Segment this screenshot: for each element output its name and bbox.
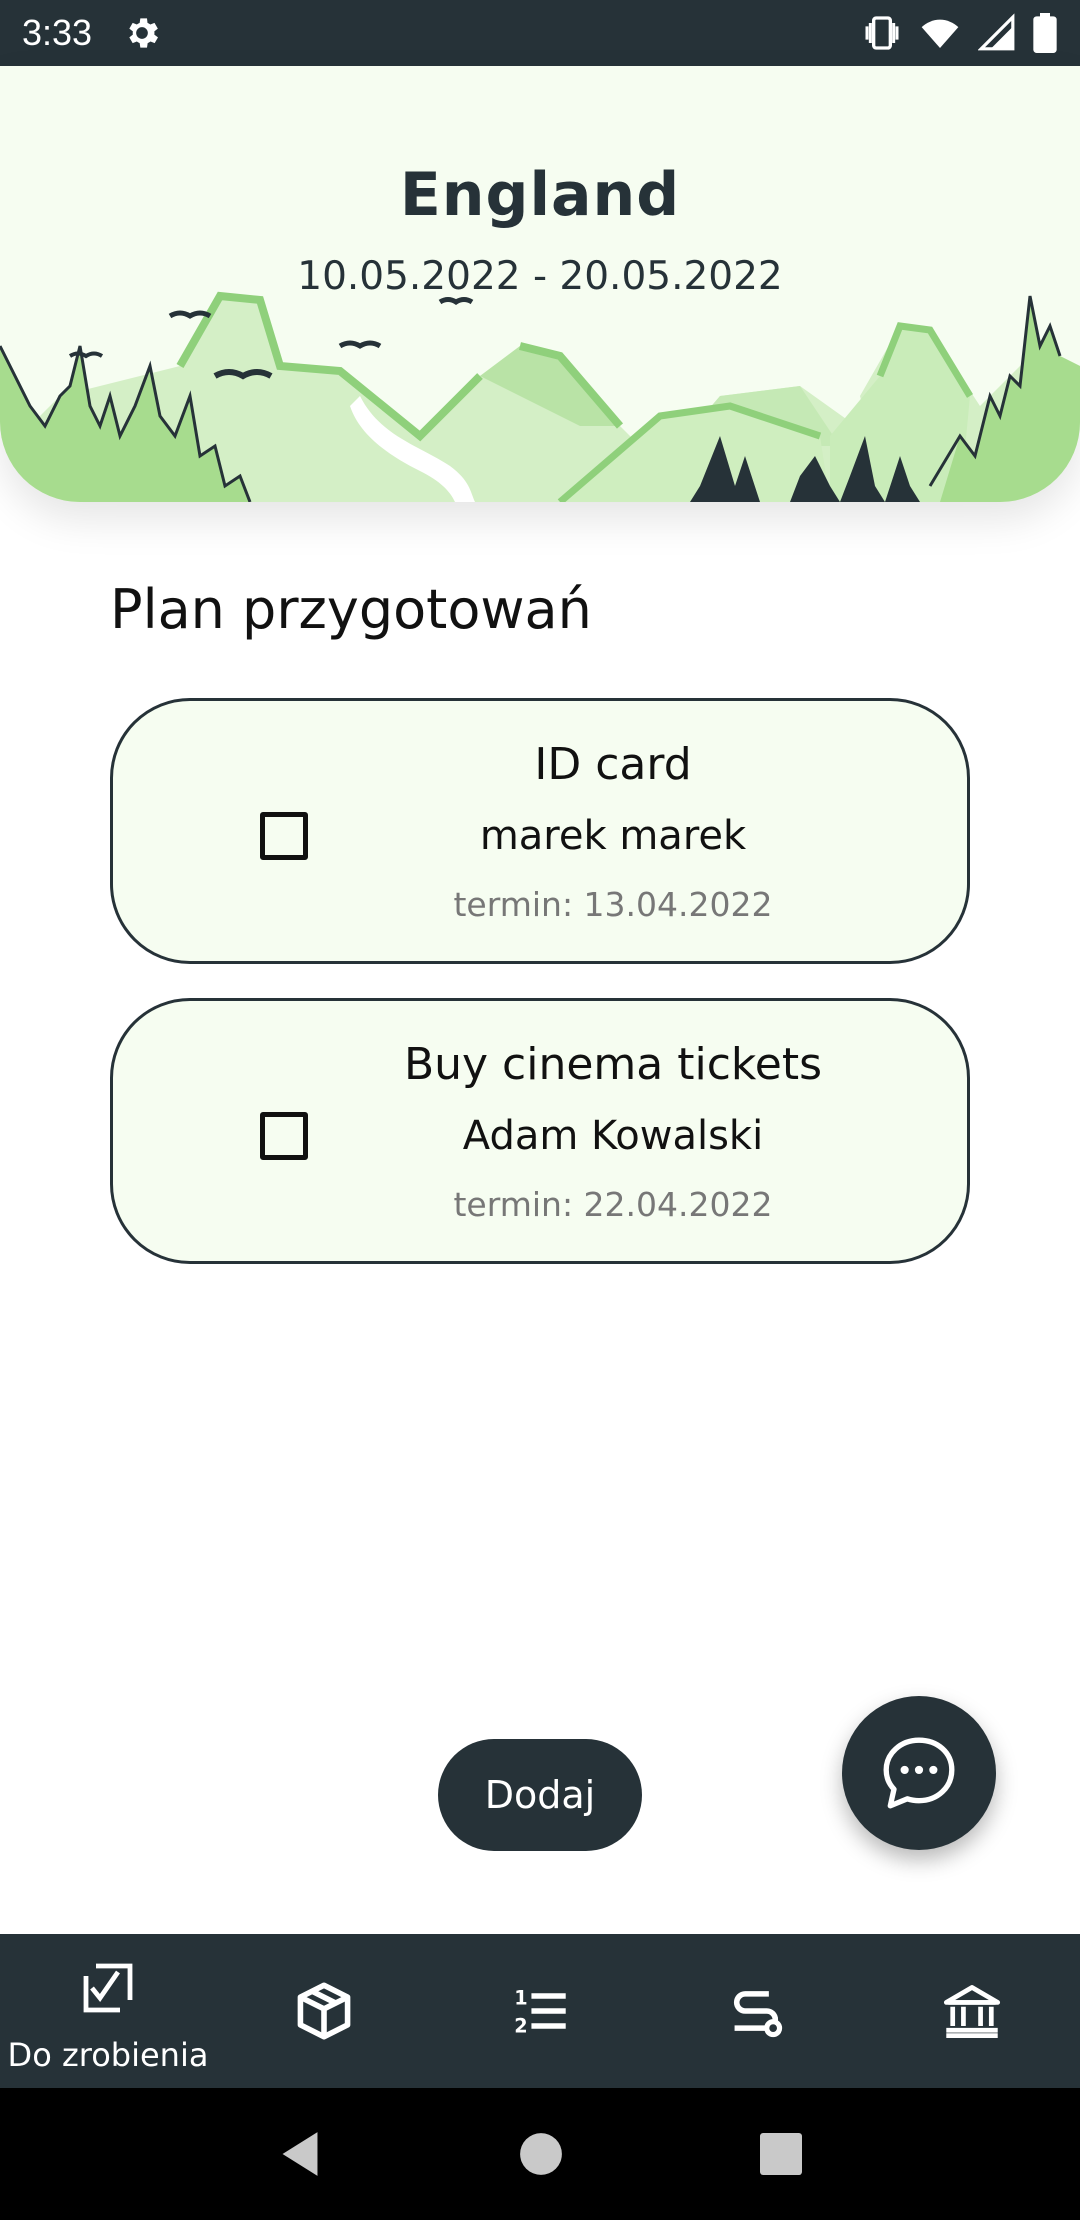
task-card[interactable]: Buy cinema tickets Adam Kowalski termin:… [110,998,970,1264]
bottom-navigation: Do zrobienia 1 2 [0,1934,1080,2088]
nav-label-todo: Do zrobienia [7,2036,209,2074]
screen: 3:33 England 10.05.2022 - 20.05.2022 Pla… [0,0,1080,2220]
task-card[interactable]: ID card marek marek termin: 13.04.2022 [110,698,970,964]
vibrate-icon [865,16,899,50]
task-title: ID card [534,739,692,790]
package-icon [297,1982,351,2040]
section-title: Plan przygotowań [110,578,592,641]
task-deadline: termin: 22.04.2022 [453,1185,773,1224]
todo-check-icon [83,1963,133,2013]
nav-item-todo[interactable]: Do zrobienia [0,1934,216,2088]
task-title: Buy cinema tickets [403,1039,823,1090]
chat-bubble-icon [883,1737,955,1809]
wifi-icon [921,19,959,48]
recents-icon[interactable] [759,2133,802,2175]
status-bar: 3:33 [0,0,1080,66]
trip-header: England 10.05.2022 - 20.05.2022 [0,66,1080,502]
svg-text:1: 1 [514,1987,527,2010]
svg-text:2: 2 [514,2014,527,2037]
trip-title: England [399,160,681,230]
bank-icon [943,1985,1001,2038]
route-icon [733,1991,783,2038]
task-person: marek marek [479,813,747,859]
nav-item-bank[interactable] [864,1934,1080,2088]
nav-item-package[interactable] [216,1934,432,2088]
add-button[interactable]: Dodaj [438,1739,642,1851]
home-icon[interactable] [519,2132,563,2176]
landscape-illustration [0,291,1080,502]
task-person: Adam Kowalski [462,1113,764,1159]
chat-button[interactable] [842,1696,996,1850]
system-navigation-bar [0,2088,1080,2220]
back-icon[interactable] [278,2130,322,2178]
signal-icon [978,13,1015,51]
status-time: 3:33 [22,12,93,53]
nav-item-list[interactable]: 1 2 [432,1934,648,2088]
nav-item-route[interactable] [648,1934,864,2088]
battery-icon [1033,13,1057,53]
status-icons [862,13,1058,53]
task-deadline: termin: 13.04.2022 [453,885,773,924]
gear-icon [129,18,159,48]
task-checkbox[interactable] [260,1112,308,1160]
numbered-list-icon: 1 2 [514,1987,566,2037]
task-checkbox[interactable] [260,812,308,860]
